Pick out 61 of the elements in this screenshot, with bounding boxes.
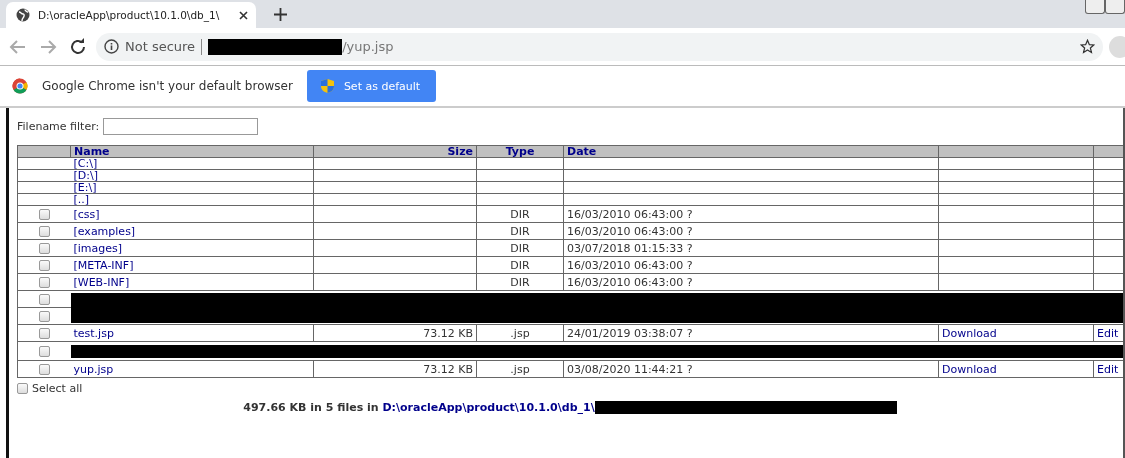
- directory-path-link[interactable]: D:\oracleApp\product\10.1.0\db_1\: [382, 401, 595, 414]
- file-date: 24/01/2019 03:38:07 ?: [567, 326, 693, 340]
- file-date: 16/03/2010 06:43:00 ?: [567, 224, 693, 238]
- checkbox[interactable]: [38, 260, 50, 271]
- checkbox[interactable]: [38, 311, 50, 322]
- select-all-label: Select all: [32, 382, 83, 395]
- filename-filter-field[interactable]: [103, 118, 259, 135]
- file-type: DIR: [510, 207, 530, 221]
- column-header[interactable]: Date: [567, 146, 597, 157]
- info-icon[interactable]: [104, 39, 119, 54]
- browser-tab[interactable]: D:\oracleApp\product\10.1.0\db_1\: [6, 2, 256, 28]
- infobar-message: Google Chrome isn't your default browser: [42, 79, 293, 93]
- file-link[interactable]: [META-INF]: [73, 258, 134, 272]
- file-type: DIR: [510, 224, 530, 238]
- file-date: 16/03/2010 06:43:00 ?: [567, 258, 693, 272]
- checkbox[interactable]: [38, 346, 50, 357]
- file-link[interactable]: test.jsp: [73, 326, 114, 340]
- file-type: .jsp: [510, 326, 530, 340]
- checkbox[interactable]: [38, 243, 50, 254]
- security-label: Not secure: [125, 39, 196, 54]
- address-bar[interactable]: Not secure /yup.jsp: [96, 32, 1103, 61]
- minimize-button[interactable]: [1085, 0, 1105, 14]
- shield-icon: [320, 79, 334, 93]
- file-link[interactable]: [images]: [73, 241, 123, 255]
- file-link[interactable]: [css]: [73, 207, 100, 221]
- folder-link[interactable]: [C:\]: [73, 158, 98, 169]
- checkbox[interactable]: [38, 277, 50, 288]
- filter-label: Filename filter:: [17, 120, 100, 133]
- url-text: /yup.jsp: [342, 39, 394, 54]
- file-size: 73.12 KB: [423, 362, 473, 376]
- file-link[interactable]: yup.jsp: [73, 362, 114, 376]
- checkbox[interactable]: [38, 328, 50, 339]
- summary-text: 497.66 KB in 5 files in: [243, 401, 380, 414]
- folder-link[interactable]: [..]: [73, 194, 90, 205]
- file-date: 03/07/2018 01:15:33 ?: [567, 241, 693, 255]
- checkbox[interactable]: [38, 226, 50, 237]
- file-type: DIR: [510, 275, 530, 289]
- globe-icon: [16, 8, 30, 22]
- star-icon[interactable]: [1080, 39, 1095, 54]
- file-date: 16/03/2010 06:43:00 ?: [567, 275, 693, 289]
- folder-link[interactable]: [D:\]: [73, 170, 98, 181]
- set-default-button[interactable]: Set as default: [306, 70, 437, 102]
- column-header[interactable]: Size: [447, 146, 473, 157]
- file-size: 73.12 KB: [423, 326, 473, 340]
- file-type: DIR: [510, 241, 530, 255]
- file-type: DIR: [510, 258, 530, 272]
- checkbox[interactable]: [38, 294, 50, 305]
- new-tab-icon[interactable]: [274, 8, 287, 21]
- checkbox[interactable]: [38, 209, 50, 220]
- close-icon[interactable]: [239, 10, 248, 20]
- restore-button[interactable]: [1105, 0, 1125, 14]
- file-date: 16/03/2010 06:43:00 ?: [567, 207, 693, 221]
- browser-logo-icon: [12, 78, 28, 94]
- file-link[interactable]: [WEB-INF]: [73, 275, 130, 289]
- folder-link[interactable]: [E:\]: [73, 182, 97, 193]
- checkbox[interactable]: [17, 383, 28, 394]
- checkbox[interactable]: [38, 364, 50, 375]
- tab-title: D:\oracleApp\product\10.1.0\db_1\: [38, 9, 221, 21]
- file-date: 03/08/2020 11:44:21 ?: [567, 362, 693, 376]
- column-header[interactable]: Name: [74, 146, 110, 157]
- file-type: .jsp: [510, 362, 530, 376]
